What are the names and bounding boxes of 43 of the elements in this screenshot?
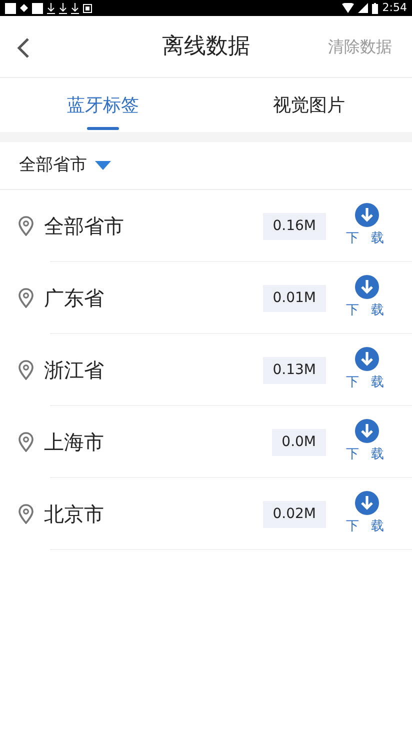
download-button[interactable]: 下 载	[342, 203, 392, 249]
notification-icon	[83, 4, 92, 12]
size-label: 0.01M	[262, 284, 326, 312]
battery-icon	[372, 2, 378, 14]
clear-data-link[interactable]: 清除数据	[328, 35, 392, 59]
download-icon	[355, 203, 379, 228]
tab[interactable]: 蓝牙标签	[0, 78, 206, 132]
caret-icon	[95, 161, 111, 170]
download-icon	[47, 2, 55, 14]
location-pin-icon	[18, 288, 34, 308]
download-icon	[355, 419, 379, 444]
page-title: 离线数据	[162, 33, 250, 61]
tab[interactable]: 视觉图片	[206, 78, 412, 132]
download-icon	[355, 491, 379, 516]
notification-icon	[32, 2, 43, 14]
location-pin-icon	[18, 504, 34, 524]
region-name: 北京市	[44, 501, 105, 528]
size-label: 0.13M	[262, 356, 326, 384]
region-name: 浙江省	[44, 357, 105, 384]
wifi-icon	[342, 3, 354, 13]
signal-icon	[358, 3, 368, 13]
download-button[interactable]: 下 载	[342, 419, 392, 465]
notification-icon	[5, 2, 16, 14]
location-pin-icon	[18, 216, 34, 236]
download-button[interactable]: 下 载	[342, 491, 392, 537]
back-button[interactable]	[16, 35, 30, 59]
region-dropdown[interactable]: 全部省市	[19, 152, 111, 178]
region-name: 全部省市	[44, 213, 125, 240]
size-label: 0.0M	[272, 428, 326, 456]
download-icon	[71, 2, 79, 14]
region-name: 上海市	[44, 429, 105, 456]
download-icon	[59, 2, 67, 14]
location-pin-icon	[18, 432, 34, 452]
location-pin-icon	[18, 360, 34, 380]
download-icon	[355, 347, 379, 372]
download-button[interactable]: 下 载	[342, 275, 392, 321]
download-button[interactable]: 下 载	[342, 347, 392, 393]
clock-time: 2:54	[382, 0, 407, 16]
size-label: 0.02M	[262, 500, 326, 528]
notification-icon	[20, 4, 28, 12]
region-name: 广东省	[44, 285, 105, 312]
size-label: 0.16M	[262, 212, 326, 240]
download-icon	[355, 275, 379, 300]
